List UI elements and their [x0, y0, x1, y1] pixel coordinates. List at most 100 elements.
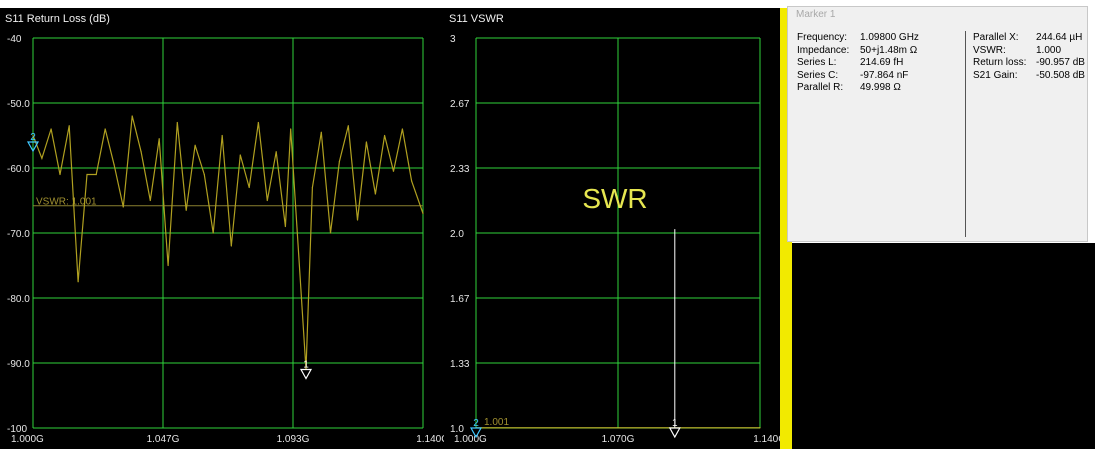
y-tick-label: 3: [450, 34, 456, 45]
data-point: [374, 193, 376, 195]
data-point: [104, 128, 106, 130]
data-point: [221, 134, 223, 137]
data-point: [50, 128, 52, 130]
data-point: [266, 199, 268, 202]
marker-field-label: Series L:: [797, 57, 837, 68]
marker-row: Parallel R: 49.998 Ω: [797, 82, 901, 94]
data-point: [158, 138, 160, 140]
marker-row: Parallel X: 244.64 µH: [973, 32, 1082, 44]
return-loss-plot[interactable]: -40-50.0-60.0-70.0-80.0-90.0-1001.000G 1.…: [0, 8, 444, 449]
x-tick-label: 1.140G: [416, 434, 444, 445]
data-point: [311, 186, 314, 189]
data-point: [290, 128, 292, 130]
data-point: [185, 209, 187, 211]
data-point: [239, 154, 241, 156]
overlay-swr-label: SWR: [582, 183, 647, 214]
marker-row: Impedance: 50+j1.48m Ω: [797, 45, 917, 57]
vswr-chart[interactable]: S11 VSWR 3 2.67 2.33 2.0 1.67 1.33 1.0 1.000G 1.…: [444, 8, 780, 449]
data-point: [194, 144, 196, 146]
data-point: [338, 160, 341, 163]
data-point: [113, 164, 115, 166]
x-tick-label: 1.000G: [11, 434, 44, 445]
data-point: [77, 281, 79, 283]
data-point: [759, 427, 761, 429]
data-point: [401, 128, 403, 130]
y-tick-label: 2.33: [450, 164, 470, 175]
data-point: [176, 121, 178, 124]
marker-2-label: 2: [473, 418, 479, 429]
marker-field-label: Parallel R:: [797, 82, 844, 93]
y-tick-label: 1.33: [450, 359, 470, 370]
data-point: [86, 173, 88, 176]
data-point: [275, 151, 277, 153]
return-loss-chart[interactable]: S11 Return Loss (dB) -40 -50.0 -60.0 -70.0-…: [0, 8, 444, 449]
data-point: [356, 219, 359, 221]
marker-panel-title: Marker 1: [796, 9, 836, 20]
marker-1-icon: [299, 368, 313, 380]
marker-1-icon: [668, 427, 681, 439]
marker-field-label: Parallel X:: [973, 32, 1019, 43]
y-tick-label: 2.0: [450, 229, 464, 240]
marker-1-label: 1: [672, 418, 678, 429]
x-tick-label: 1.000G: [454, 434, 487, 445]
marker-row: S21 Gain: -50.508 dB: [973, 69, 1085, 82]
marker-field-value: 1.09800 GHz: [860, 32, 919, 43]
data-point: [122, 206, 124, 208]
y-tick-label: -60.0: [7, 164, 30, 175]
marker-field-value: -90.957 dB: [1036, 57, 1085, 68]
series-line: [32, 115, 424, 370]
marker-field-label: S21 Gain:: [973, 69, 1018, 81]
data-point: [248, 186, 250, 189]
data-point: [140, 151, 142, 153]
marker-field-value: 49.998 Ω: [860, 82, 901, 93]
data-point: [41, 157, 43, 159]
data-point: [167, 264, 169, 267]
marker-field-label: Return loss:: [973, 57, 1027, 68]
marker-row: Series C: -97.864 nF: [797, 70, 908, 82]
y-tick-label: -80.0: [7, 294, 30, 305]
data-point: [203, 173, 205, 176]
reference-label: 1.001: [484, 417, 509, 428]
marker-field-value: -97.864 nF: [860, 69, 909, 81]
y-tick-label: 2.67: [450, 99, 470, 110]
marker-field-label: VSWR:: [973, 44, 1006, 56]
marker-row: Frequency: 1.09800 GHz: [797, 32, 919, 44]
data-point: [131, 115, 133, 117]
y-tick-label: 1.67: [450, 294, 470, 305]
data-point: [257, 121, 259, 124]
y-tick-label: -70.0: [7, 229, 30, 240]
data-point: [230, 245, 232, 247]
data-point: [212, 232, 214, 234]
marker-field-value: 244.64 µH: [1036, 32, 1083, 43]
empty-panel: [792, 243, 1095, 449]
marker-2-label: 2: [30, 132, 36, 143]
vswr-plot[interactable]: 32.672.332.01.671.331.01.000G 1.070G 1.140…: [444, 8, 780, 449]
data-point: [320, 131, 322, 133]
data-point: [149, 199, 151, 202]
y-tick-label: -90.0: [7, 359, 30, 370]
data-point: [347, 125, 349, 127]
marker-row: Return loss: -90.957 dB: [973, 57, 1085, 69]
marker-field-value: 214.69 fH: [860, 57, 904, 68]
data-point: [383, 134, 386, 137]
data-point: [68, 125, 70, 127]
x-tick-label: 1.093G: [277, 434, 310, 445]
y-tick-label: -50.0: [7, 99, 30, 110]
x-tick-label: 1.140G: [753, 434, 780, 445]
data-point: [392, 170, 395, 172]
marker-row: Series L: 214.69 fH: [797, 57, 903, 69]
data-point: [95, 173, 97, 176]
marker-field-value: 50+j1.48m Ω: [860, 44, 918, 56]
marker-field-label: Frequency:: [797, 32, 848, 43]
marker-1-label: 1: [303, 360, 309, 371]
data-point: [329, 232, 332, 234]
reference-label: VSWR: 1.001: [36, 197, 97, 208]
x-tick-label: 1.070G: [602, 434, 635, 445]
marker-field-value: 1.000: [1036, 44, 1062, 56]
y-tick-label: -40: [7, 34, 22, 45]
divider: [965, 31, 966, 237]
data-point: [410, 180, 413, 182]
marker-info-panel: Marker 1 Frequency: 1.09800 GHz Impedance:…: [787, 6, 1088, 242]
marker-field-value: -50.508 dB: [1036, 69, 1085, 81]
x-tick-label: 1.047G: [147, 434, 180, 445]
